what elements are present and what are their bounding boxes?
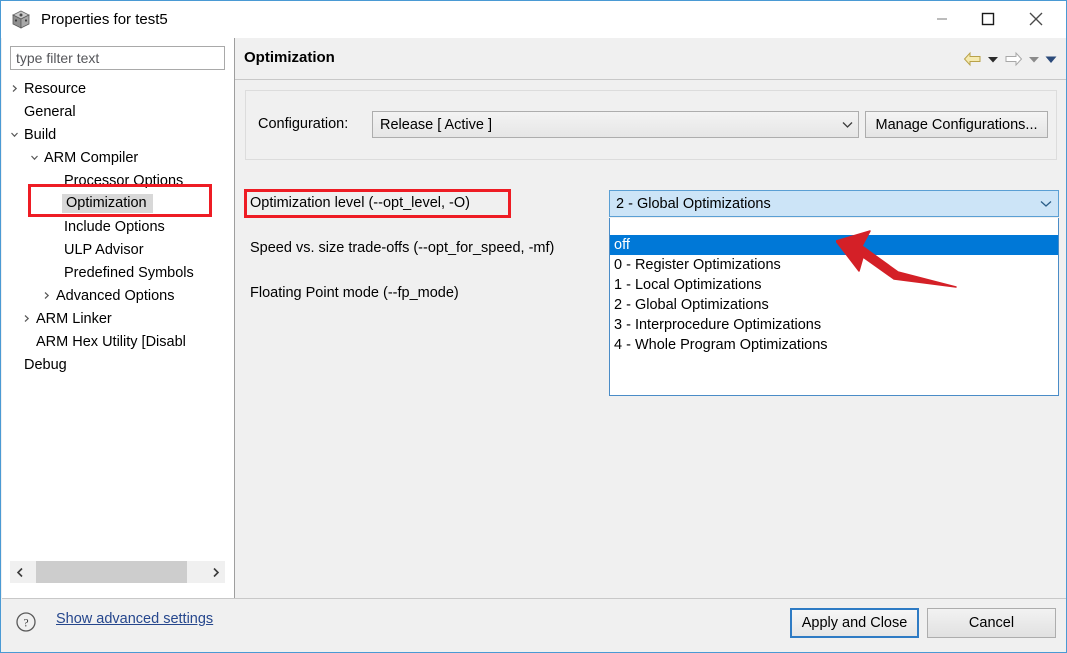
tree-item-label: ARM Hex Utility [Disabl bbox=[34, 334, 186, 350]
tree-item-label: ARM Linker bbox=[34, 311, 112, 327]
chevron-right-icon[interactable] bbox=[38, 291, 54, 300]
tree-item-label: Build bbox=[22, 127, 56, 143]
configuration-label: Configuration: bbox=[258, 116, 348, 132]
dropdown-option-4[interactable]: 4 - Whole Program Optimizations bbox=[610, 335, 1058, 355]
tree-item-label: General bbox=[22, 104, 76, 120]
dialog-footer: ? Show advanced settings Apply and Close… bbox=[2, 598, 1066, 652]
dropdown-option-0[interactable]: 0 - Register Optimizations bbox=[610, 255, 1058, 275]
tree-item-label: Debug bbox=[22, 357, 67, 373]
tree-item-label: Predefined Symbols bbox=[62, 265, 194, 281]
optimization-level-label: Optimization level (--opt_level, -O) bbox=[250, 195, 470, 211]
scrollbar-thumb[interactable] bbox=[36, 561, 187, 583]
tree-item-label: Processor Options bbox=[62, 173, 183, 189]
caret-down-icon[interactable] bbox=[1026, 48, 1041, 70]
tree-item-debug[interactable]: Debug bbox=[2, 353, 234, 376]
title-bar: Properties for test5 bbox=[1, 1, 1066, 38]
svg-text:?: ? bbox=[23, 618, 28, 630]
chevron-right-icon[interactable] bbox=[205, 561, 225, 583]
navigation-pane: Resource General Build ARM Compiler bbox=[2, 38, 234, 598]
tree-item-label: ULP Advisor bbox=[62, 242, 144, 258]
chevron-down-icon[interactable] bbox=[6, 130, 22, 139]
configuration-group: Configuration: Release [ Active ] Manage… bbox=[245, 90, 1057, 160]
chevron-down-icon[interactable] bbox=[836, 121, 858, 129]
chevron-left-icon[interactable] bbox=[10, 561, 30, 583]
tree-item-build[interactable]: Build bbox=[2, 123, 234, 146]
manage-configurations-button[interactable]: Manage Configurations... bbox=[865, 111, 1048, 138]
dropdown-option-off[interactable]: off bbox=[610, 235, 1058, 255]
scrollbar-track[interactable] bbox=[30, 561, 205, 583]
tree-item-label: ARM Compiler bbox=[42, 150, 138, 166]
caret-down-icon[interactable] bbox=[1043, 48, 1058, 70]
tree-item-label: Include Options bbox=[62, 219, 165, 235]
tree-item-processor-options[interactable]: Processor Options bbox=[2, 169, 234, 192]
tree-item-general[interactable]: General bbox=[2, 100, 234, 123]
caret-down-icon[interactable] bbox=[985, 48, 1000, 70]
window-title: Properties for test5 bbox=[41, 11, 168, 28]
optimization-level-value: 2 - Global Optimizations bbox=[610, 196, 1034, 212]
settings-tree[interactable]: Resource General Build ARM Compiler bbox=[2, 77, 234, 562]
maximize-button[interactable] bbox=[965, 1, 1011, 37]
configuration-combobox[interactable]: Release [ Active ] bbox=[372, 111, 859, 138]
tree-item-advanced-options[interactable]: Advanced Options bbox=[2, 284, 234, 307]
tree-item-optimization[interactable]: Optimization bbox=[2, 192, 234, 215]
back-arrow-icon[interactable] bbox=[961, 48, 983, 70]
dropdown-option-2[interactable]: 2 - Global Optimizations bbox=[610, 295, 1058, 315]
navigation-toolbar bbox=[961, 46, 1058, 72]
tree-item-predefined-symbols[interactable]: Predefined Symbols bbox=[2, 261, 234, 284]
speed-vs-size-label: Speed vs. size trade-offs (--opt_for_spe… bbox=[250, 240, 554, 256]
tree-item-arm-linker[interactable]: ARM Linker bbox=[2, 307, 234, 330]
close-button[interactable] bbox=[1013, 1, 1059, 37]
dropdown-option-3[interactable]: 3 - Interprocedure Optimizations bbox=[610, 315, 1058, 335]
filter-input[interactable] bbox=[10, 46, 225, 70]
content-pane: Optimization bbox=[235, 38, 1066, 598]
chevron-right-icon[interactable] bbox=[18, 314, 34, 323]
chevron-down-icon[interactable] bbox=[1034, 200, 1058, 208]
tree-item-arm-hex-utility[interactable]: ARM Hex Utility [Disabl bbox=[2, 330, 234, 353]
dropdown-option-blank[interactable] bbox=[610, 218, 1058, 235]
apply-and-close-button[interactable]: Apply and Close bbox=[790, 608, 919, 638]
cancel-button[interactable]: Cancel bbox=[927, 608, 1056, 638]
properties-dialog: Properties for test5 Resource bbox=[0, 0, 1067, 653]
forward-arrow-icon[interactable] bbox=[1002, 48, 1024, 70]
minimize-button[interactable] bbox=[919, 1, 965, 37]
tree-item-include-options[interactable]: Include Options bbox=[2, 215, 234, 238]
chevron-down-icon[interactable] bbox=[26, 153, 42, 162]
page-title: Optimization bbox=[244, 49, 335, 66]
optimization-level-combobox[interactable]: 2 - Global Optimizations bbox=[609, 190, 1059, 217]
tree-item-label: Advanced Options bbox=[54, 288, 175, 304]
configuration-value: Release [ Active ] bbox=[373, 117, 836, 133]
tree-item-label: Optimization bbox=[62, 194, 153, 213]
floating-point-mode-label: Floating Point mode (--fp_mode) bbox=[250, 285, 459, 301]
help-icon[interactable]: ? bbox=[14, 610, 38, 634]
dropdown-option-1[interactable]: 1 - Local Optimizations bbox=[610, 275, 1058, 295]
show-advanced-settings-link[interactable]: Show advanced settings bbox=[56, 611, 213, 627]
tree-item-label: Resource bbox=[22, 81, 86, 97]
tree-item-resource[interactable]: Resource bbox=[2, 77, 234, 100]
optimization-level-dropdown-list[interactable]: off 0 - Register Optimizations 1 - Local… bbox=[609, 218, 1059, 396]
page-header: Optimization bbox=[235, 38, 1066, 80]
tree-item-arm-compiler[interactable]: ARM Compiler bbox=[2, 146, 234, 169]
chevron-right-icon[interactable] bbox=[6, 84, 22, 93]
cube-icon bbox=[10, 9, 32, 31]
tree-horizontal-scrollbar[interactable] bbox=[10, 561, 225, 583]
tree-item-ulp-advisor[interactable]: ULP Advisor bbox=[2, 238, 234, 261]
